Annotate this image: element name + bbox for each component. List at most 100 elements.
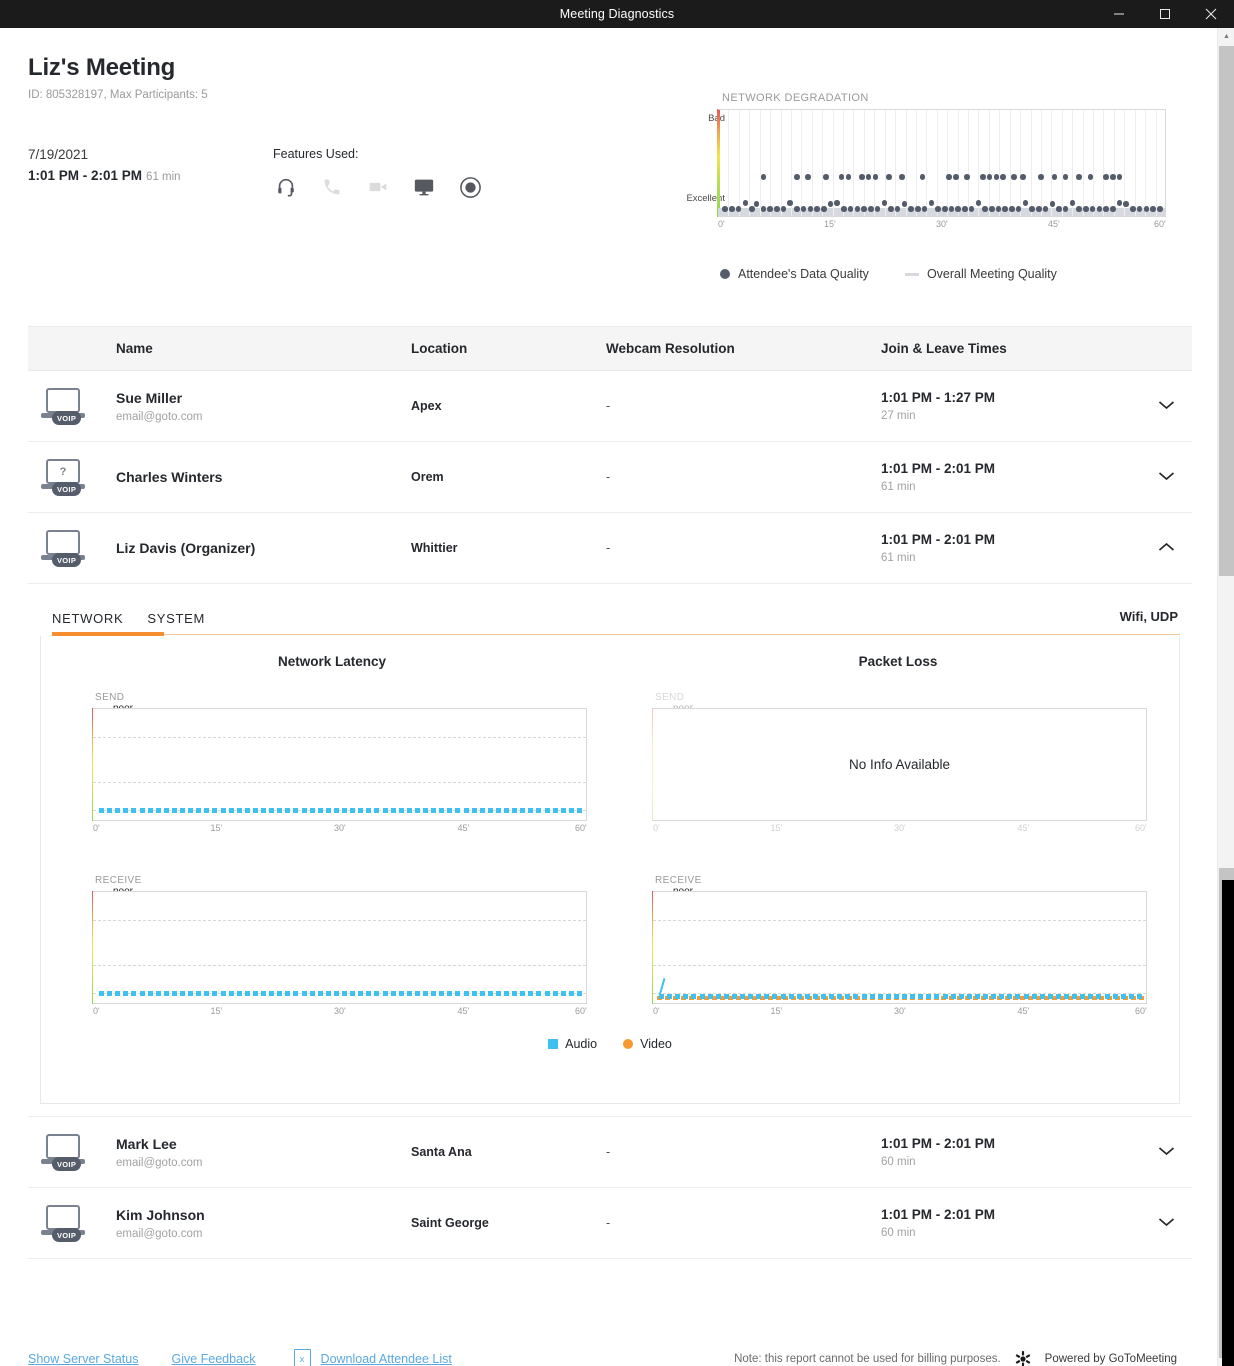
data-point [986, 174, 993, 180]
data-point-audio [780, 994, 786, 999]
chevron-down-icon[interactable] [1158, 1143, 1175, 1161]
gridline [936, 110, 938, 216]
give-feedback-link[interactable]: Give Feedback [171, 1352, 255, 1366]
data-point [1110, 174, 1116, 180]
data-point-audio [431, 808, 437, 813]
attendee-name: Mark Lee [116, 1135, 177, 1152]
expand-row-button[interactable] [1141, 1214, 1192, 1232]
data-point-audio [333, 991, 339, 996]
data-point [821, 206, 827, 212]
table-row[interactable]: VOIP Liz Davis (Organizer) Whittier - 1:… [28, 513, 1192, 584]
data-point-audio [115, 808, 121, 813]
data-point-audio [471, 808, 477, 813]
gridline [93, 782, 586, 783]
data-point-audio [439, 991, 445, 996]
expand-row-button[interactable] [1141, 397, 1192, 415]
data-point [841, 206, 847, 212]
data-point [1083, 206, 1089, 212]
data-point [962, 206, 968, 212]
data-point-audio [942, 994, 948, 999]
data-point [1116, 200, 1123, 206]
data-point [834, 200, 840, 206]
legend-overall-quality: Overall Meeting Quality [904, 267, 1057, 281]
gridline [653, 920, 1146, 921]
data-point-audio [731, 994, 737, 999]
file-export-icon[interactable]: x [293, 1348, 311, 1366]
data-point-audio [366, 991, 372, 996]
x-axis-tick: 60' [575, 823, 587, 833]
chevron-down-icon[interactable] [1158, 468, 1175, 486]
gridline [653, 965, 1146, 966]
data-point-audio [196, 991, 202, 996]
data-point-audio [285, 991, 291, 996]
table-row[interactable]: VOIP Kim Johnson email@goto.com Saint Ge… [28, 1188, 1192, 1259]
data-point [1056, 206, 1062, 212]
chevron-down-icon[interactable] [1158, 397, 1175, 415]
data-point-audio [447, 991, 453, 996]
data-point-audio [358, 808, 364, 813]
expand-row-button[interactable] [1141, 539, 1192, 557]
y-axis-label-bad: Bad [665, 113, 725, 124]
legend-video: Video [623, 1037, 672, 1051]
data-point-audio [277, 991, 283, 996]
data-point [787, 200, 793, 206]
data-point [886, 174, 892, 180]
data-point-audio [107, 991, 113, 996]
chevron-down-icon[interactable] [1158, 1214, 1175, 1232]
show-server-status-link[interactable]: Show Server Status [28, 1352, 138, 1366]
data-point [780, 206, 787, 212]
data-point [868, 206, 874, 212]
data-point [1087, 174, 1094, 180]
expand-row-button[interactable] [1141, 468, 1192, 486]
download-attendee-list-group[interactable]: x Download Attendee List [293, 1348, 452, 1366]
cell-device-icon: VOIP [28, 1132, 116, 1172]
data-point [1103, 174, 1109, 180]
cell-location: Whittier [411, 539, 606, 557]
data-point-audio [325, 991, 331, 996]
x-axis: 0' 15' 30' 45' 60' [653, 823, 1147, 839]
table-row[interactable]: VOIP Mark Lee email@goto.com Santa Ana -… [28, 1117, 1192, 1188]
attendee-join-leave: 1:01 PM - 2:01 PM [881, 532, 996, 547]
data-point-audio [382, 991, 388, 996]
data-point-audio [1104, 994, 1110, 999]
gridline [832, 110, 834, 216]
attendee-name: Kim Johnson [116, 1206, 205, 1223]
table-row[interactable]: ? VOIP Charles Winters Orem - 1:01 PM - … [28, 442, 1192, 513]
no-info-message: No Info Available [848, 757, 951, 772]
data-point [805, 174, 811, 180]
scrollbar-thumb[interactable] [1219, 46, 1234, 576]
x-axis-tick: 0' [653, 823, 660, 833]
chevron-up-icon[interactable] [1158, 539, 1175, 557]
gridline [863, 110, 865, 216]
data-point-audio [406, 991, 412, 996]
data-point-audio [495, 991, 501, 996]
data-point-audio [1031, 994, 1037, 999]
data-point-audio [350, 991, 356, 996]
data-point-audio [390, 808, 396, 813]
gridline [853, 110, 855, 216]
cell-times: 1:01 PM - 2:01 PM 60 min [881, 1207, 1141, 1239]
data-point-audio [829, 994, 835, 999]
data-point [993, 174, 1000, 180]
data-point [854, 206, 861, 212]
data-point-audio [740, 994, 745, 999]
data-point-audio [756, 994, 762, 999]
x-axis-tick: 45' [457, 823, 470, 833]
data-point-audio [812, 994, 818, 999]
window-title: Meeting Diagnostics [559, 7, 675, 21]
scroll-up-arrow-icon[interactable]: ▲ [1218, 28, 1234, 45]
data-point [838, 174, 845, 180]
table-row[interactable]: VOIP Sue Miller email@goto.com Apex - 1:… [28, 371, 1192, 442]
download-attendee-list-link[interactable]: Download Attendee List [321, 1352, 452, 1366]
data-point [1022, 200, 1029, 206]
legend-video-label: Video [640, 1037, 672, 1051]
data-point-audio [520, 991, 526, 996]
panel-label-receive: RECEIVE [95, 875, 142, 886]
expand-row-button[interactable] [1141, 1143, 1192, 1161]
data-point [760, 174, 767, 180]
data-point-audio [560, 991, 566, 996]
data-point [1051, 174, 1058, 180]
x-axis-tick: 0' [653, 1006, 660, 1016]
data-point-audio [220, 808, 226, 813]
data-point [722, 206, 728, 212]
